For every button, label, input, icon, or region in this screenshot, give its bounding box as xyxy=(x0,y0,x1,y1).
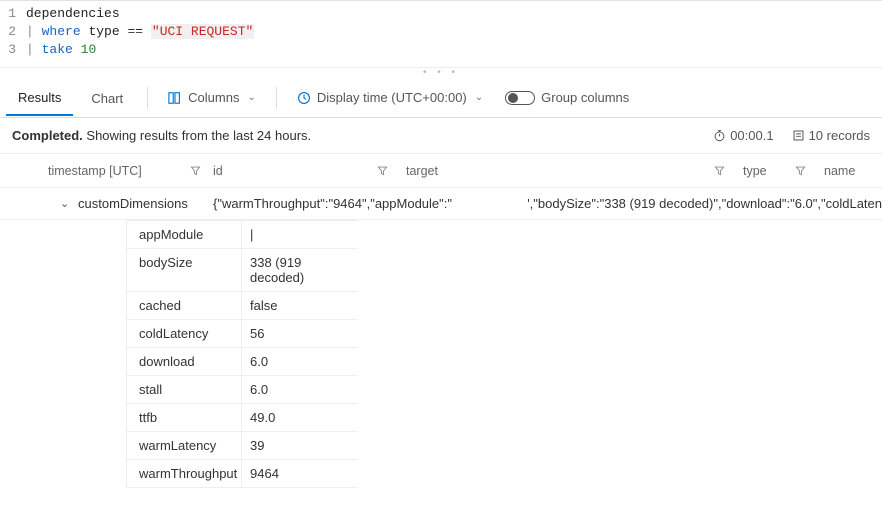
columns-button[interactable]: Columns ⌄ xyxy=(160,86,264,109)
dimension-key: download xyxy=(127,348,242,375)
results-toolbar: Results Chart Columns ⌄ Display time (UT… xyxy=(0,78,882,118)
dimension-row: ttfb49.0 xyxy=(126,403,358,431)
code-keyword: where xyxy=(42,24,81,39)
group-columns-toggle[interactable]: Group columns xyxy=(497,86,637,109)
status-subtitle: Showing results from the last 24 hours. xyxy=(83,128,311,143)
dimension-value: 9464 xyxy=(242,460,358,487)
dimension-row: warmLatency39 xyxy=(126,431,358,459)
chevron-down-icon: ⌄ xyxy=(475,92,483,103)
line-number: 1 xyxy=(0,5,26,23)
dimension-value: false xyxy=(242,292,358,319)
record-count: 10 records xyxy=(792,128,870,143)
column-type-filter[interactable]: type xyxy=(714,164,777,178)
dimension-key: bodySize xyxy=(127,249,242,291)
dimension-value: 338 (919 decoded) xyxy=(242,249,358,291)
group-columns-label: Group columns xyxy=(541,90,629,105)
dimension-row: stall6.0 xyxy=(126,375,358,403)
code-token-table: dependencies xyxy=(26,6,120,21)
dimension-key: cached xyxy=(127,292,242,319)
dimension-value: 39 xyxy=(242,432,358,459)
code-number: 10 xyxy=(81,42,97,57)
dimension-row: appModule| xyxy=(126,220,358,248)
expanded-row-customdimensions[interactable]: ⌄ customDimensions {"warmThroughput":"94… xyxy=(0,188,882,220)
dimension-value: 6.0 xyxy=(242,348,358,375)
chevron-down-icon: ⌄ xyxy=(247,92,255,103)
dimension-value: 6.0 xyxy=(242,376,358,403)
status-bar: Completed. Showing results from the last… xyxy=(0,118,882,154)
stopwatch-icon xyxy=(713,129,726,142)
dimension-row: coldLatency56 xyxy=(126,319,358,347)
filter-icon[interactable] xyxy=(190,165,201,176)
dimension-key: warmThroughput xyxy=(127,460,242,487)
records-icon xyxy=(792,129,805,142)
dimension-key: ttfb xyxy=(127,404,242,431)
dimension-value: 56 xyxy=(242,320,358,347)
tab-chart[interactable]: Chart xyxy=(79,81,135,115)
dimension-value: | xyxy=(242,221,358,248)
column-name-filter[interactable]: name xyxy=(795,164,858,178)
column-target[interactable]: target xyxy=(406,164,450,178)
line-number: 3 xyxy=(0,41,26,59)
column-timestamp[interactable]: timestamp [UTC] xyxy=(48,164,201,178)
code-keyword: take xyxy=(42,42,73,57)
columns-label: Columns xyxy=(188,90,239,105)
results-table-header: timestamp [UTC] id target type name xyxy=(0,154,882,188)
row-value-right: ',"bodySize":"338 (919 decoded)","downlo… xyxy=(527,196,882,211)
row-value-left: {"warmThroughput":"9464","appModule":" xyxy=(213,196,452,211)
dimension-key: appModule xyxy=(127,221,242,248)
filter-icon[interactable] xyxy=(377,165,388,176)
filter-icon[interactable] xyxy=(714,165,725,176)
dimension-key: coldLatency xyxy=(127,320,242,347)
pane-resize-handle[interactable]: • • • xyxy=(0,68,882,78)
row-key: customDimensions xyxy=(78,196,213,211)
elapsed-time: 00:00.1 xyxy=(713,128,773,143)
dimension-key: warmLatency xyxy=(127,432,242,459)
dimension-key: stall xyxy=(127,376,242,403)
clock-icon xyxy=(297,91,311,105)
toggle-switch[interactable] xyxy=(505,91,535,105)
dimension-row: warmThroughput9464 xyxy=(126,459,358,488)
display-time-button[interactable]: Display time (UTC+00:00) ⌄ xyxy=(289,86,491,109)
collapse-caret-icon[interactable]: ⌄ xyxy=(60,197,78,210)
code-string: "UCI REQUEST" xyxy=(151,24,254,39)
tab-results[interactable]: Results xyxy=(6,80,73,116)
status-completed: Completed. xyxy=(12,128,83,143)
dimension-value: 49.0 xyxy=(242,404,358,431)
query-editor[interactable]: 1 dependencies 2 | where type == "UCI RE… xyxy=(0,0,882,65)
dimension-row: download6.0 xyxy=(126,347,358,375)
columns-icon xyxy=(168,91,182,105)
display-time-label: Display time (UTC+00:00) xyxy=(317,90,467,105)
dimension-row: cachedfalse xyxy=(126,291,358,319)
custom-dimensions-table: appModule|bodySize338 (919 decoded)cache… xyxy=(126,220,358,488)
dimension-row: bodySize338 (919 decoded) xyxy=(126,248,358,291)
column-id[interactable]: id xyxy=(213,164,388,178)
line-number: 2 xyxy=(0,23,26,41)
filter-icon[interactable] xyxy=(795,165,806,176)
